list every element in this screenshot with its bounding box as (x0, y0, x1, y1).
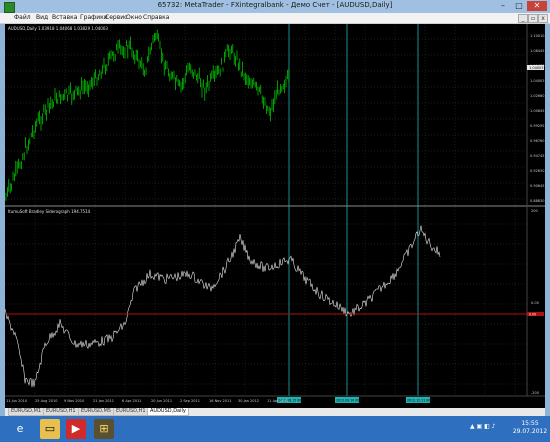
clock[interactable]: 15:55 29.07.2012 (512, 420, 548, 436)
menu-insert[interactable]: Вставка (52, 14, 77, 21)
indicator-level-bottom: -200 (531, 391, 539, 395)
clock-time: 15:55 (521, 420, 539, 427)
tab-eurusd-h1[interactable]: EURUSD,H1 (43, 408, 79, 416)
price-level-label: 1.04003 (530, 79, 544, 83)
indicator-level-zero: 0.00 (531, 301, 539, 305)
time-axis-label: 25 Aug 2010 (35, 399, 57, 403)
price-chart-label: AUDUSD,Daily 1.03918 1.04068 1.03829 1.0… (8, 26, 108, 31)
title-bar: 65732: MetaTrader - FXintegralbank - Дем… (0, 0, 550, 13)
chart-window[interactable]: 2012.06.15 00:00 2012.09.10 00:00 2012.12.… (5, 24, 545, 408)
tab-eurusd-h1-2[interactable]: EURUSD,H1 (113, 408, 149, 416)
time-axis-label: 20 Jun 2011 (151, 399, 172, 403)
chart-canvas[interactable]: 2012.06.15 00:00 2012.09.10 00:00 2012.12.… (5, 24, 545, 408)
price-level-label: 1.02660 (530, 94, 544, 98)
vertical-markers: 2012.06.15 00:00 2012.09.10 00:00 2012.12.… (277, 24, 435, 403)
price-level-label: 0.88830 (530, 199, 544, 203)
indicator-zero-marker: 0.00 (529, 313, 536, 317)
tab-eurusd-m1[interactable]: EURUSD,M1 (8, 408, 45, 416)
explorer-icon[interactable]: ▭ (40, 419, 60, 439)
time-axis-label: 11 Jun 2010 (6, 399, 27, 403)
price-level-label: 1.00845 (530, 109, 544, 113)
menu-window[interactable]: Окно (126, 14, 142, 21)
time-axis: 11 Jun 2010 25 Aug 2010 9 Nov 2010 21 Jan 2… (6, 399, 289, 403)
time-axis-label: 6 Apr 2011 (122, 399, 141, 403)
price-level-label: 0.92630 (530, 169, 544, 173)
current-price-label: 1.04003 (529, 66, 543, 70)
window-title: 65732: MetaTrader - FXintegralbank - Дем… (157, 1, 393, 9)
chart-close-button[interactable]: x (538, 14, 548, 23)
vertical-marker-label: 2012.12.21 00:00 (407, 399, 435, 403)
price-axis: 1.100101.084451.064801.040031.026601.008… (530, 34, 544, 203)
menu-bar: Файл Вид Вставка Графики Сервис Окно Спр… (0, 13, 550, 24)
price-level-label: 1.10010 (530, 34, 544, 38)
menu-view[interactable]: Вид (36, 14, 48, 21)
metatrader-icon[interactable]: ⊞ (94, 419, 114, 439)
time-axis-label: 11 Apr 2012 (267, 399, 289, 403)
price-level-label: 1.08445 (530, 49, 544, 53)
ie-icon[interactable]: e (10, 419, 30, 439)
menu-file[interactable]: Файл (14, 14, 31, 21)
chart-minimize-button[interactable]: _ (518, 14, 528, 23)
time-axis-label: 2 Sep 2011 (180, 399, 200, 403)
price-level-label: 0.96760 (530, 139, 544, 143)
menu-tools[interactable]: Сервис (105, 14, 127, 21)
tab-eurusd-m5[interactable]: EURUSD,M5 (78, 408, 115, 416)
clock-date: 29.07.2012 (512, 428, 548, 435)
indicator-line (5, 225, 441, 388)
menu-charts[interactable]: Графики (80, 14, 108, 21)
system-tray[interactable]: ▲ ▣ ◧ ♪ (470, 423, 496, 430)
time-axis-label: 16 Nov 2011 (209, 399, 231, 403)
price-level-label: 0.99295 (530, 124, 544, 128)
tab-audusd-daily[interactable]: AUDUSD,Daily (147, 408, 189, 416)
time-axis-label: 21 Jan 2011 (93, 399, 114, 403)
minimize-button[interactable]: – (495, 1, 511, 11)
windows-taskbar: e ▭ ▶ ⊞ ▲ ▣ ◧ ♪ 15:55 29.07.2012 (0, 416, 550, 442)
maximize-button[interactable]: □ (511, 1, 527, 11)
vertical-marker-label: 2012.09.10 00:00 (336, 399, 364, 403)
time-axis-label: 9 Nov 2010 (64, 399, 84, 403)
price-level-label: 0.94745 (530, 154, 544, 158)
indicator-label: ItumuSoft Bradley Siderograph 194.7514 (8, 209, 91, 214)
chart-restore-button[interactable]: ▫ (528, 14, 538, 23)
price-level-label: 0.90645 (530, 184, 544, 188)
close-button[interactable]: ✕ (527, 1, 547, 11)
media-icon[interactable]: ▶ (66, 419, 86, 439)
price-candles (5, 29, 290, 201)
menu-help[interactable]: Справка (143, 14, 169, 21)
chart-tab-bar: EURUSD,M1 EURUSD,H1 EURUSD,M5 EURUSD,H1 … (5, 408, 545, 416)
time-axis-label: 30 Jan 2012 (238, 399, 259, 403)
indicator-level-top: 200 (531, 209, 538, 213)
